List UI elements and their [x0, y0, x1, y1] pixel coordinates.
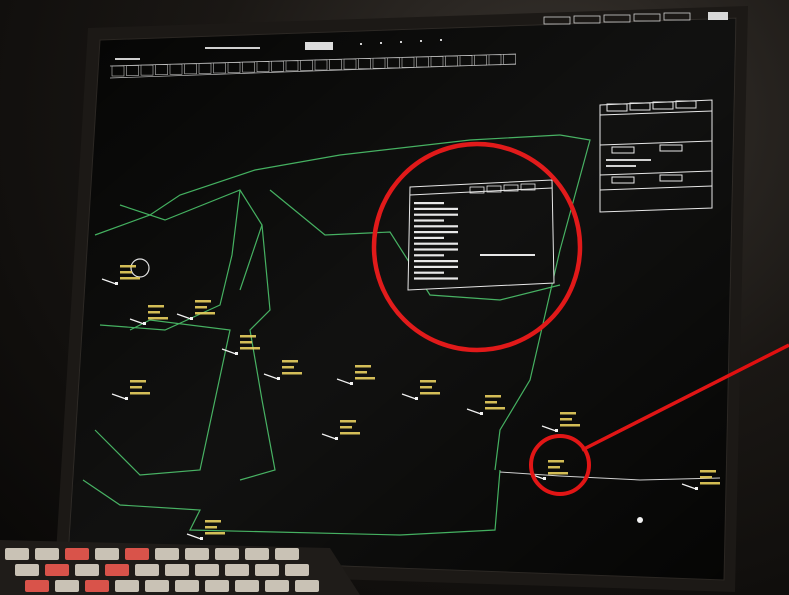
keyboard-key	[295, 580, 319, 592]
keyboard-key	[95, 548, 119, 560]
keyboard-key	[45, 564, 69, 576]
screen-glare	[68, 18, 736, 580]
keyboard	[0, 540, 360, 595]
keyboard-key	[265, 580, 289, 592]
keyboard-key	[285, 564, 309, 576]
keyboard-key	[85, 580, 109, 592]
keyboard-key	[275, 548, 299, 560]
keyboard-key	[205, 580, 229, 592]
keyboard-key	[65, 548, 89, 560]
keyboard-key	[245, 548, 269, 560]
keyboard-key	[55, 580, 79, 592]
keyboard-key	[155, 548, 179, 560]
keyboard-key	[225, 564, 249, 576]
keyboard-key	[215, 548, 239, 560]
keyboard-key	[175, 580, 199, 592]
keyboard-key	[115, 580, 139, 592]
keyboard-key	[35, 548, 59, 560]
atc-radar-display	[0, 6, 789, 595]
keyboard-key	[145, 580, 169, 592]
keyboard-key	[165, 564, 189, 576]
keyboard-key	[105, 564, 129, 576]
keyboard-key	[255, 564, 279, 576]
keyboard-key	[5, 548, 29, 560]
keyboard-key	[135, 564, 159, 576]
keyboard-key	[235, 580, 259, 592]
keyboard-key	[185, 548, 209, 560]
keyboard-key	[15, 564, 39, 576]
keyboard-key	[75, 564, 99, 576]
keyboard-key	[125, 548, 149, 560]
keyboard-key	[195, 564, 219, 576]
keyboard-key	[25, 580, 49, 592]
